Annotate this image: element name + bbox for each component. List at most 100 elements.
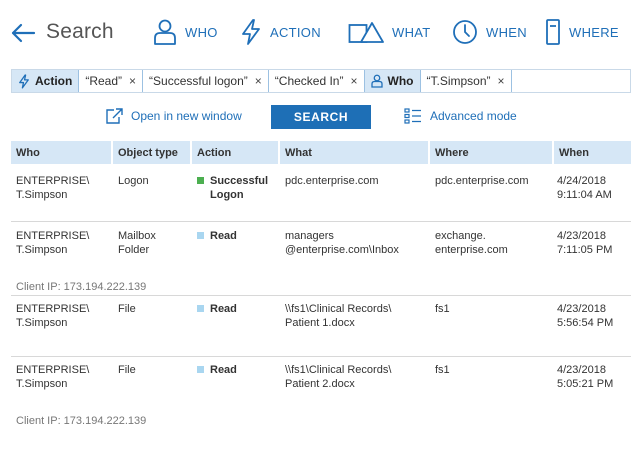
- cell-who-line: T.Simpson: [16, 189, 68, 201]
- cell-when-line: 4/23/2018: [557, 364, 606, 376]
- cell-who-line: T.Simpson: [16, 317, 68, 329]
- lightning-icon: [242, 19, 260, 45]
- cell-action-label: Read: [210, 229, 237, 243]
- nav-action[interactable]: ACTION: [240, 16, 321, 48]
- filter-chip[interactable]: “Checked In” ×: [269, 70, 365, 92]
- cell-object-type-line: File: [118, 364, 136, 376]
- cell-object-type: Mailbox Folder: [118, 229, 156, 257]
- cell-where: fs1: [435, 363, 450, 377]
- remove-filter-icon[interactable]: ×: [350, 74, 357, 88]
- cell-action-line: Read: [210, 303, 237, 315]
- cell-who: ENTERPRISE\ T.Simpson: [16, 174, 89, 202]
- table-row[interactable]: ENTERPRISE\ T.Simpson Logon Successful Logon…: [11, 174, 631, 227]
- person-icon: [154, 19, 176, 45]
- lightning-icon: [19, 73, 29, 89]
- open-new-window-label: Open in new window: [131, 109, 242, 123]
- cell-action-line: Successful: [210, 175, 269, 187]
- cell-what: \\fs1\Clinical Records\ Patient 1.docx: [285, 302, 391, 330]
- column-header-when[interactable]: When: [554, 141, 631, 164]
- search-button[interactable]: SEARCH: [271, 105, 371, 129]
- action-row: Open in new window SEARCH Advanced mode: [0, 104, 640, 130]
- filter-who-label[interactable]: Who: [364, 70, 421, 92]
- top-bar: Search WHO ACTION WHAT WHEN WHERE: [0, 0, 640, 64]
- cell-what-line: Patient 1.docx: [285, 317, 355, 329]
- cell-when: 4/23/2018 5:56:54 PM: [557, 302, 613, 330]
- filter-chip[interactable]: “T.Simpson” ×: [421, 70, 512, 92]
- nav-who-label: WHO: [185, 24, 218, 40]
- column-header-where[interactable]: Where: [430, 141, 552, 164]
- cell-where: exchange. enterprise.com: [435, 229, 508, 257]
- cell-who-line: ENTERPRISE\: [16, 230, 90, 242]
- row-divider: [11, 221, 631, 222]
- external-link-icon: [106, 108, 123, 124]
- column-header-action[interactable]: Action: [192, 141, 278, 164]
- table-row[interactable]: ENTERPRISE\ T.Simpson File Read \\fs1\Clinic…: [11, 363, 631, 439]
- filter-chip-value: “Read”: [85, 74, 123, 88]
- filter-chip-value: “T.Simpson”: [426, 74, 491, 88]
- nav-where-label: WHERE: [569, 24, 619, 40]
- cell-what-line: Patient 2.docx: [285, 378, 355, 390]
- status-square-icon: [197, 232, 204, 239]
- cell-who: ENTERPRISE\ T.Simpson: [16, 229, 89, 257]
- cell-what-line: managers: [285, 230, 334, 242]
- server-icon: [546, 19, 560, 45]
- cell-object-type: Logon: [118, 174, 149, 188]
- filter-bar[interactable]: Action “Read” × “Successful logon” × “Ch…: [11, 69, 631, 93]
- cell-when: 4/23/2018 5:05:21 PM: [557, 363, 613, 391]
- cell-who: ENTERPRISE\ T.Simpson: [16, 302, 89, 330]
- page-title: Search: [46, 20, 114, 43]
- nav-when-label: WHEN: [486, 24, 527, 40]
- filter-action-label-text: Action: [35, 74, 73, 88]
- row-divider: [11, 295, 631, 296]
- back-arrow-icon[interactable]: [10, 22, 36, 44]
- cell-when-line: 7:11:05 PM: [557, 244, 613, 256]
- cell-when-line: 9:11:04 AM: [557, 189, 612, 201]
- cell-when: 4/23/2018 7:11:05 PM: [557, 229, 612, 257]
- nav-who[interactable]: WHO: [153, 16, 218, 48]
- results-table: Who Object type Action What Where When E…: [11, 141, 631, 427]
- column-header-who[interactable]: Who: [11, 141, 111, 164]
- cell-where-line: enterprise.com: [435, 244, 508, 256]
- cell-who-line: ENTERPRISE\: [16, 364, 90, 376]
- cell-what-line: \\fs1\Clinical Records\: [285, 303, 392, 315]
- column-header-object-type[interactable]: Object type: [113, 141, 190, 164]
- remove-filter-icon[interactable]: ×: [129, 74, 136, 88]
- cell-action-label: Read: [210, 302, 237, 316]
- cell-object-type-line: Logon: [118, 175, 149, 187]
- client-ip: Client IP: 173.194.222.139: [16, 415, 147, 427]
- nav-action-label: ACTION: [270, 24, 321, 40]
- remove-filter-icon[interactable]: ×: [255, 74, 262, 88]
- advanced-mode-link[interactable]: Advanced mode: [404, 108, 517, 124]
- cell-action-line: Logon: [210, 189, 244, 201]
- cell-when-line: 4/23/2018: [557, 303, 606, 315]
- table-row[interactable]: ENTERPRISE\ T.Simpson File Read \\fs1\Clinic…: [11, 302, 631, 362]
- filter-chip-value: “Checked In”: [274, 74, 344, 88]
- nav-what[interactable]: WHAT: [348, 16, 431, 48]
- cell-what: \\fs1\Clinical Records\ Patient 2.docx: [285, 363, 391, 391]
- filter-action-label[interactable]: Action: [12, 70, 80, 92]
- cell-where-line: exchange.: [435, 230, 486, 242]
- filter-who-label-text: Who: [387, 74, 414, 88]
- open-new-window-link[interactable]: Open in new window: [105, 108, 242, 124]
- cell-action-line: Read: [210, 364, 237, 376]
- nav-what-label: WHAT: [392, 24, 431, 40]
- row-divider: [11, 356, 631, 357]
- cell-what-line: \\fs1\Clinical Records\: [285, 364, 392, 376]
- cell-when-line: 5:56:54 PM: [557, 317, 614, 329]
- nav-where[interactable]: WHERE: [545, 16, 619, 48]
- status-square-icon: [197, 305, 204, 312]
- cell-object-type: File: [118, 302, 136, 316]
- shapes-icon: [348, 22, 384, 43]
- column-header-what[interactable]: What: [280, 141, 428, 164]
- cell-when-line: 4/24/2018: [557, 175, 606, 187]
- cell-where: pdc.enterprise.com: [435, 174, 529, 188]
- cell-where: fs1: [435, 302, 450, 316]
- cell-action: Read: [197, 363, 237, 377]
- cell-what-line: pdc.enterprise.com: [285, 175, 379, 187]
- remove-filter-icon[interactable]: ×: [498, 74, 505, 88]
- filter-chip[interactable]: “Successful logon” ×: [143, 70, 269, 92]
- nav-when[interactable]: WHEN: [452, 16, 527, 48]
- filter-chip[interactable]: “Read” ×: [79, 70, 144, 92]
- table-row[interactable]: ENTERPRISE\ T.Simpson Mailbox Folder Read man…: [11, 229, 631, 301]
- cell-who-line: ENTERPRISE\: [16, 175, 90, 187]
